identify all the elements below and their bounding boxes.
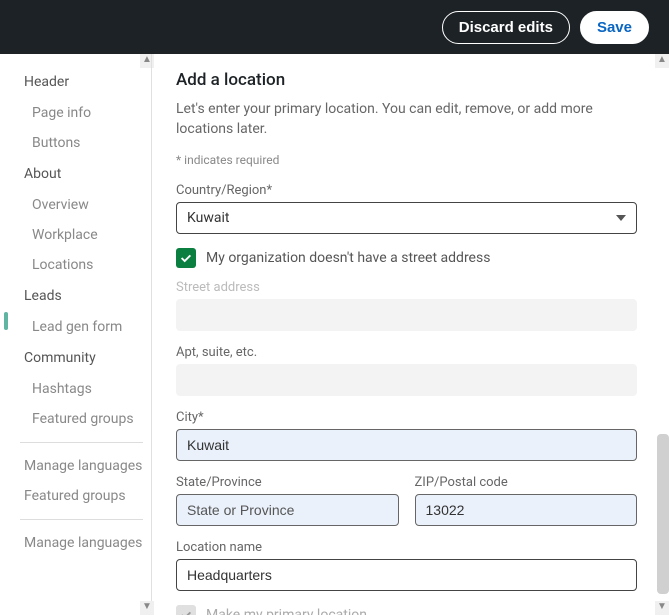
field-street: Street address [176, 280, 637, 331]
sidebar-group-header[interactable]: Header [20, 66, 151, 98]
discard-button[interactable]: Discard edits [442, 11, 570, 44]
check-icon [179, 251, 193, 265]
locname-input[interactable] [176, 559, 637, 591]
sidebar-item-manage-languages-2[interactable]: Manage languages [20, 528, 151, 558]
chevron-down-icon [616, 215, 626, 221]
divider [20, 519, 143, 520]
apt-label: Apt, suite, etc. [176, 345, 637, 360]
city-label: City* [176, 410, 637, 425]
page-subtitle: Let's enter your primary location. You c… [176, 100, 637, 139]
required-note: * indicates required [176, 153, 637, 167]
sidebar-item-workplace[interactable]: Workplace [20, 220, 151, 250]
sidebar: Header Page info Buttons About Overview … [4, 54, 152, 615]
street-label: Street address [176, 280, 637, 295]
street-input [176, 299, 637, 331]
state-label: State/Province [176, 475, 399, 490]
divider [20, 442, 143, 443]
zip-input[interactable] [415, 494, 638, 526]
sidebar-item-leadgen[interactable]: Lead gen form [20, 312, 151, 342]
apt-input[interactable] [176, 364, 637, 396]
field-location-name: Location name [176, 540, 637, 591]
sidebar-item-overview[interactable]: Overview [20, 190, 151, 220]
sidebar-item-page-info[interactable]: Page info [20, 98, 151, 128]
top-bar: Discard edits Save [0, 0, 669, 54]
save-button[interactable]: Save [580, 11, 649, 44]
primary-checkbox [176, 605, 196, 615]
country-value: Kuwait [187, 210, 229, 226]
main-scroll-up[interactable]: ▲ [655, 54, 669, 68]
field-city: City* [176, 410, 637, 461]
main-scrollbar[interactable] [657, 434, 669, 594]
main-scroll-down[interactable]: ▼ [655, 601, 669, 615]
no-street-checkbox[interactable] [176, 248, 196, 268]
sidebar-group-about[interactable]: About [20, 158, 151, 190]
country-label: Country/Region* [176, 183, 637, 198]
no-street-checkbox-row: My organization doesn't have a street ad… [176, 248, 637, 268]
sidebar-item-buttons[interactable]: Buttons [20, 128, 151, 158]
sidebar-group-community[interactable]: Community [20, 342, 151, 374]
sidebar-group-leads[interactable]: Leads [20, 280, 151, 312]
field-apt: Apt, suite, etc. [176, 345, 637, 396]
field-zip: ZIP/Postal code [415, 475, 638, 526]
page-title: Add a location [176, 70, 637, 90]
active-indicator [4, 312, 8, 330]
primary-label: Make my primary location [206, 607, 367, 615]
check-icon [179, 608, 193, 615]
field-country: Country/Region* Kuwait [176, 183, 637, 234]
sidebar-item-manage-languages[interactable]: Manage languages [20, 451, 151, 481]
sidebar-item-locations[interactable]: Locations [20, 250, 151, 280]
field-state: State/Province [176, 475, 399, 526]
sidebar-item-featured-groups[interactable]: Featured groups [20, 404, 151, 434]
zip-label: ZIP/Postal code [415, 475, 638, 490]
locname-label: Location name [176, 540, 637, 555]
sidebar-item-hashtags[interactable]: Hashtags [20, 374, 151, 404]
main-panel: Add a location Let's enter your primary … [152, 54, 669, 615]
country-select[interactable]: Kuwait [176, 202, 637, 234]
state-input[interactable] [176, 494, 399, 526]
city-input[interactable] [176, 429, 637, 461]
sidebar-item-featured-groups-2[interactable]: Featured groups [20, 481, 151, 511]
no-street-label: My organization doesn't have a street ad… [206, 250, 490, 266]
primary-checkbox-row: Make my primary location [176, 605, 637, 615]
